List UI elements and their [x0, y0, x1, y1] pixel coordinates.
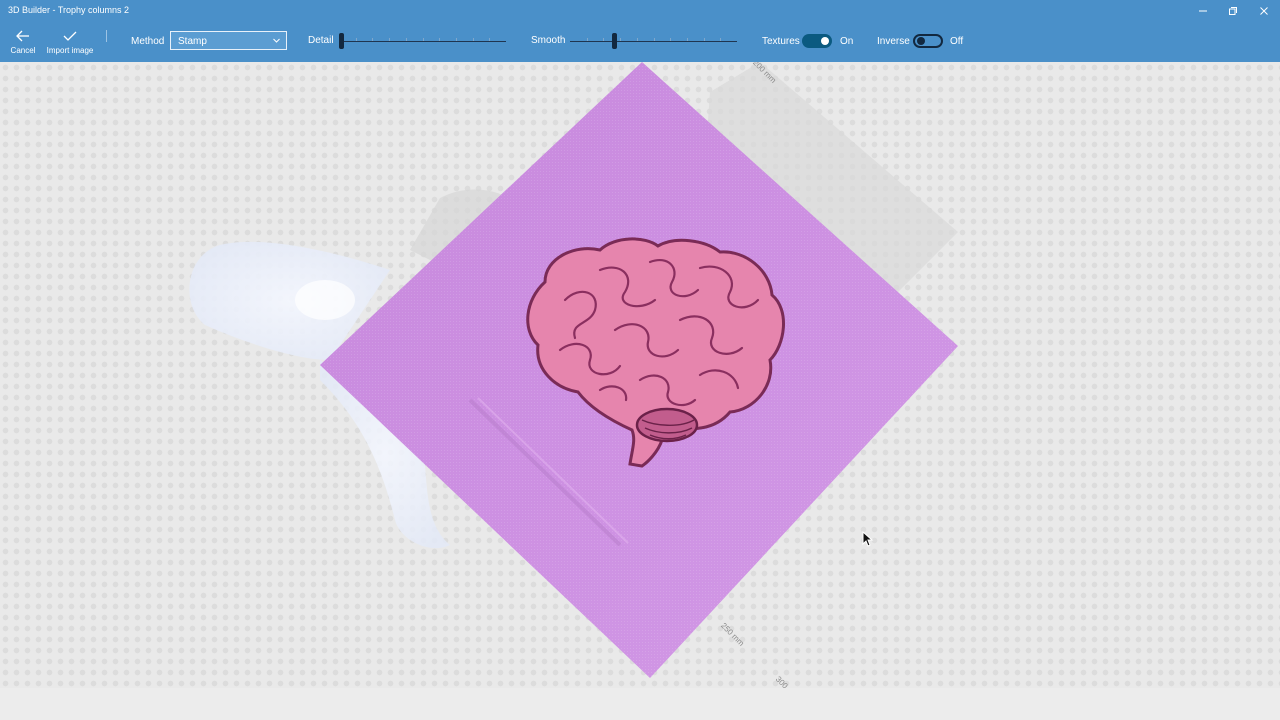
- close-button[interactable]: [1249, 0, 1279, 22]
- cancel-button[interactable]: Cancel: [6, 26, 40, 60]
- restore-button[interactable]: [1218, 0, 1248, 22]
- slider-tick: [704, 38, 705, 41]
- smooth-slider[interactable]: [570, 33, 737, 49]
- detail-slider-track: [339, 41, 506, 42]
- image-import-toolbar: Cancel Import image Method Stamp Detail …: [0, 22, 1280, 62]
- slider-tick: [406, 38, 407, 41]
- slider-tick: [720, 38, 721, 41]
- slider-tick: [670, 38, 671, 41]
- slider-tick: [423, 38, 424, 41]
- textures-state: On: [840, 36, 854, 47]
- import-image-label: Import image: [46, 46, 94, 55]
- back-arrow-icon: [15, 26, 31, 46]
- method-value: Stamp: [178, 36, 207, 47]
- slider-tick: [637, 38, 638, 41]
- restore-icon: [1229, 7, 1237, 15]
- slider-tick: [687, 38, 688, 41]
- smooth-slider-thumb[interactable]: [612, 33, 617, 49]
- method-dropdown[interactable]: Stamp: [170, 31, 287, 50]
- inverse-state: Off: [950, 36, 964, 47]
- slider-tick: [439, 38, 440, 41]
- minimize-icon: [1199, 10, 1207, 12]
- bottom-bar: [0, 688, 1280, 720]
- slider-tick: [489, 38, 490, 41]
- window-title: 3D Builder - Trophy columns 2: [8, 5, 130, 15]
- detail-slider-thumb[interactable]: [339, 33, 344, 49]
- slider-tick: [456, 38, 457, 41]
- cancel-label: Cancel: [10, 46, 36, 55]
- close-icon: [1260, 7, 1268, 15]
- minimize-button[interactable]: [1188, 0, 1218, 22]
- inverse-toggle-knob: [917, 37, 925, 45]
- slider-tick: [603, 38, 604, 41]
- toolbar-separator: [106, 30, 107, 42]
- mouse-pointer-icon: [862, 531, 874, 547]
- slider-tick: [473, 38, 474, 41]
- checkmark-icon: [62, 26, 78, 46]
- slider-tick: [620, 38, 621, 41]
- slider-tick: [654, 38, 655, 41]
- textures-toggle-knob: [821, 37, 829, 45]
- smooth-slider-track: [570, 41, 737, 42]
- inverse-label: Inverse: [877, 36, 910, 47]
- slider-tick: [356, 38, 357, 41]
- method-label: Method: [131, 36, 165, 47]
- chevron-down-icon: [272, 36, 281, 48]
- title-bar: 3D Builder - Trophy columns 2: [0, 0, 1280, 22]
- detail-label: Detail: [308, 35, 334, 46]
- 3d-viewport[interactable]: 200 mm 250 mm 300: [0, 62, 1280, 688]
- textures-label: Textures: [762, 36, 800, 47]
- smooth-label: Smooth: [531, 35, 566, 46]
- slider-tick: [389, 38, 390, 41]
- scene: [189, 62, 958, 678]
- slider-tick: [587, 38, 588, 41]
- import-image-button[interactable]: Import image: [44, 26, 96, 60]
- inverse-toggle[interactable]: [913, 34, 943, 48]
- textures-toggle[interactable]: [802, 34, 832, 48]
- detail-slider[interactable]: [339, 33, 506, 49]
- slider-tick: [372, 38, 373, 41]
